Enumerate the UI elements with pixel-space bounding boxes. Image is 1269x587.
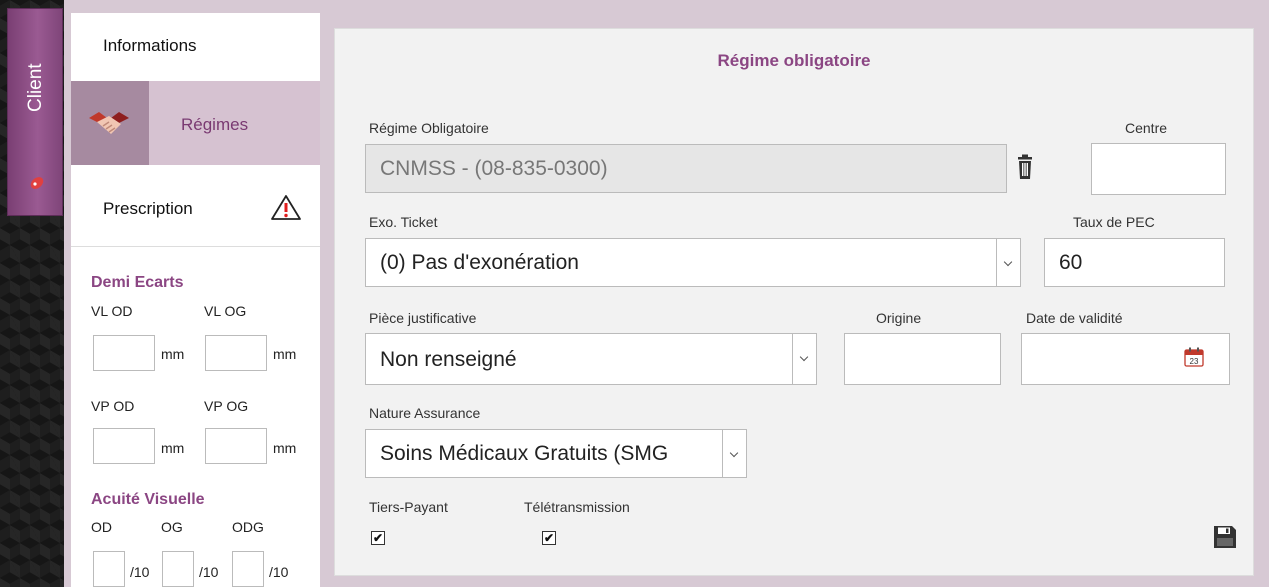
vp-od-unit: mm bbox=[161, 440, 185, 456]
regimes-icon-box bbox=[71, 81, 149, 165]
piece-justificative-value: Non renseigné bbox=[380, 348, 517, 371]
nature-assurance-label: Nature Assurance bbox=[369, 405, 481, 421]
chevron-down-icon bbox=[722, 430, 746, 477]
demi-ecarts-title: Demi Ecarts bbox=[91, 274, 184, 291]
teletransmission-label: Télétransmission bbox=[524, 499, 630, 515]
calendar-icon[interactable]: 23 bbox=[1184, 347, 1204, 367]
regime-obligatoire-label: Régime Obligatoire bbox=[369, 120, 489, 136]
tiers-payant-checkbox[interactable]: ✔ bbox=[371, 531, 385, 545]
vp-og-input[interactable] bbox=[205, 428, 267, 464]
origine-input[interactable] bbox=[844, 333, 1001, 385]
piece-justificative-label: Pièce justificative bbox=[369, 310, 477, 326]
acuite-visuelle-title: Acuité Visuelle bbox=[91, 491, 205, 508]
acuite-og-unit: /10 bbox=[199, 564, 219, 580]
centre-label: Centre bbox=[1125, 120, 1168, 136]
exo-ticket-value: (0) Pas d'exonération bbox=[380, 251, 579, 274]
vl-og-label: VL OG bbox=[204, 303, 247, 319]
piece-justificative-select[interactable]: Non renseigné bbox=[365, 333, 817, 385]
acuite-od-input[interactable] bbox=[93, 551, 125, 587]
tab-regimes[interactable]: Régimes bbox=[71, 81, 320, 165]
regime-panel: Régime obligatoire Régime Obligatoire CN… bbox=[334, 28, 1254, 576]
acuite-odg-unit: /10 bbox=[269, 564, 289, 580]
taux-pec-label: Taux de PEC bbox=[1073, 214, 1155, 230]
tab-prescription[interactable]: Prescription bbox=[71, 165, 320, 247]
teletransmission-checkbox[interactable]: ✔ bbox=[542, 531, 556, 545]
warning-icon bbox=[271, 195, 301, 220]
vp-og-label: VP OG bbox=[204, 398, 249, 414]
vl-og-unit: mm bbox=[273, 346, 297, 362]
vl-od-input[interactable] bbox=[93, 335, 155, 371]
tab-prescription-label: Prescription bbox=[103, 199, 193, 218]
handshake-icon bbox=[89, 112, 129, 134]
acuite-og-label: OG bbox=[161, 519, 183, 535]
tab-informations[interactable]: Informations bbox=[71, 13, 320, 81]
exo-ticket-select[interactable]: (0) Pas d'exonération bbox=[365, 238, 1021, 287]
chevron-down-icon bbox=[792, 334, 816, 384]
acuite-og-input[interactable] bbox=[162, 551, 194, 587]
nature-assurance-select[interactable]: Soins Médicaux Gratuits (SMG bbox=[365, 429, 747, 478]
vp-od-label: VP OD bbox=[91, 398, 135, 414]
date-validite-label: Date de validité bbox=[1026, 310, 1123, 326]
taux-pec-input[interactable]: 60 bbox=[1044, 238, 1225, 287]
vp-og-unit: mm bbox=[273, 440, 297, 456]
vl-od-label: VL OD bbox=[91, 303, 133, 319]
acuite-odg-label: ODG bbox=[232, 519, 264, 535]
vp-od-input[interactable] bbox=[93, 428, 155, 464]
sidebar: Informations Régimes Prescription Demi E… bbox=[71, 13, 320, 587]
svg-text:23: 23 bbox=[1190, 357, 1199, 366]
exo-ticket-label: Exo. Ticket bbox=[369, 214, 438, 230]
nature-assurance-value: Soins Médicaux Gratuits (SMG bbox=[380, 442, 669, 465]
tab-regimes-label: Régimes bbox=[181, 115, 249, 134]
client-tab[interactable]: Client bbox=[7, 8, 63, 216]
tag-icon bbox=[30, 177, 44, 189]
acuite-od-label: OD bbox=[91, 519, 112, 535]
acuite-odg-input[interactable] bbox=[232, 551, 264, 587]
chevron-down-icon bbox=[996, 239, 1020, 286]
client-tab-label: Client bbox=[25, 63, 46, 112]
trash-icon[interactable] bbox=[1016, 154, 1034, 180]
centre-input[interactable] bbox=[1091, 143, 1226, 195]
vl-od-unit: mm bbox=[161, 346, 185, 362]
vl-og-input[interactable] bbox=[205, 335, 267, 371]
panel-title: Régime obligatoire bbox=[717, 51, 871, 70]
origine-label: Origine bbox=[876, 310, 922, 326]
save-icon[interactable] bbox=[1213, 525, 1237, 549]
acuite-od-unit: /10 bbox=[130, 564, 150, 580]
tiers-payant-label: Tiers-Payant bbox=[369, 499, 448, 515]
tab-informations-label: Informations bbox=[103, 36, 197, 55]
regime-obligatoire-field: CNMSS - (08-835-0300) bbox=[365, 144, 1007, 193]
